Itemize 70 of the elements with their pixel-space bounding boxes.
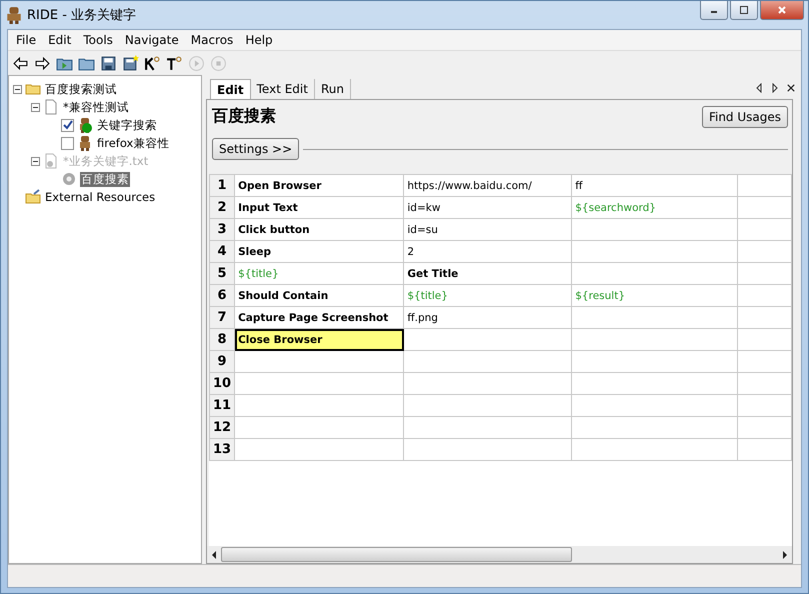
- close-icon: [777, 5, 787, 15]
- settings-button[interactable]: Settings >>: [212, 138, 300, 160]
- menu-item[interactable]: File: [10, 33, 42, 47]
- grid-cell[interactable]: Should Contain: [234, 284, 404, 306]
- grid-cell[interactable]: 2: [404, 240, 572, 262]
- row-number: 11: [210, 394, 235, 416]
- grid-cell[interactable]: Click button: [234, 218, 404, 240]
- left-arrow-icon[interactable]: [755, 83, 763, 93]
- grid-cell[interactable]: https://www.baidu.com/: [404, 174, 572, 196]
- tree-item[interactable]: *兼容性测试: [62, 100, 130, 114]
- scroll-left-icon[interactable]: [211, 550, 217, 558]
- gear-icon: [61, 171, 77, 187]
- scroll-thumb[interactable]: [221, 547, 572, 562]
- row-number: 3: [210, 218, 235, 240]
- checkbox[interactable]: [61, 136, 74, 150]
- tree-item[interactable]: 百度搜索测试: [44, 82, 118, 96]
- collapse-icon[interactable]: [13, 84, 22, 94]
- collapse-icon[interactable]: [31, 156, 40, 166]
- grid-cell[interactable]: ${result}: [572, 284, 738, 306]
- scroll-right-icon[interactable]: [782, 550, 788, 558]
- horizontal-scrollbar[interactable]: [207, 546, 792, 563]
- row-number: 10: [210, 372, 235, 394]
- row-number: 9: [210, 350, 235, 372]
- grid-cell[interactable]: ${searchword}: [572, 196, 738, 218]
- grid-cell[interactable]: Close Browser: [234, 328, 404, 350]
- right-arrow-icon[interactable]: [771, 83, 779, 93]
- tree-item[interactable]: 关键字搜索: [96, 118, 158, 132]
- grid-cell[interactable]: Open Browser: [234, 174, 404, 196]
- keyword-title: 百度搜素: [212, 106, 276, 127]
- collapse-icon[interactable]: [31, 102, 40, 112]
- grid-cell[interactable]: ${title}: [404, 284, 572, 306]
- grid-cell[interactable]: id=su: [404, 218, 572, 240]
- close-button[interactable]: [760, 1, 804, 20]
- tree-item[interactable]: External Resources: [44, 190, 156, 204]
- row-number: 7: [210, 306, 235, 328]
- row-number: 2: [210, 196, 235, 218]
- tree-item[interactable]: 百度搜素: [80, 172, 130, 186]
- row-number: 6: [210, 284, 235, 306]
- menu-item[interactable]: Macros: [184, 33, 240, 47]
- find-usages-button[interactable]: Find Usages: [702, 106, 788, 128]
- back-arrow-icon[interactable]: [12, 54, 29, 72]
- menu-item[interactable]: Tools: [77, 33, 119, 47]
- grid-cell[interactable]: Sleep: [234, 240, 404, 262]
- grid-cell[interactable]: Input Text: [234, 196, 404, 218]
- row-number: 1: [210, 174, 235, 196]
- forward-arrow-icon[interactable]: [34, 54, 51, 72]
- row-number: 4: [210, 240, 235, 262]
- row-number: 13: [210, 438, 235, 460]
- tree-item[interactable]: firefox兼容性: [96, 136, 170, 150]
- row-number: 5: [210, 262, 235, 284]
- grid-cell[interactable]: ${title}: [234, 262, 404, 284]
- robot-icon: [5, 6, 23, 24]
- checkbox[interactable]: [61, 118, 74, 132]
- minimize-button[interactable]: [700, 1, 728, 20]
- close-icon[interactable]: [787, 83, 795, 93]
- grid-cell[interactable]: id=kw: [404, 196, 572, 218]
- row-number: 12: [210, 416, 235, 438]
- grid-cell[interactable]: ff: [572, 174, 738, 196]
- grid-cell[interactable]: Get Title: [404, 262, 572, 284]
- menu-item[interactable]: Edit: [42, 33, 78, 47]
- grid-cell[interactable]: ff.png: [404, 306, 572, 328]
- maximize-button[interactable]: [730, 1, 758, 20]
- menu-item[interactable]: Navigate: [118, 33, 185, 47]
- window-title: RIDE - 业务关键字: [27, 7, 136, 24]
- folder-wrench-icon: [25, 189, 41, 205]
- tab[interactable]: Edit: [210, 79, 251, 99]
- maximize-icon: [739, 5, 749, 15]
- row-number: 8: [210, 328, 235, 350]
- menu-item[interactable]: Help: [239, 33, 279, 47]
- document-icon: [43, 99, 59, 115]
